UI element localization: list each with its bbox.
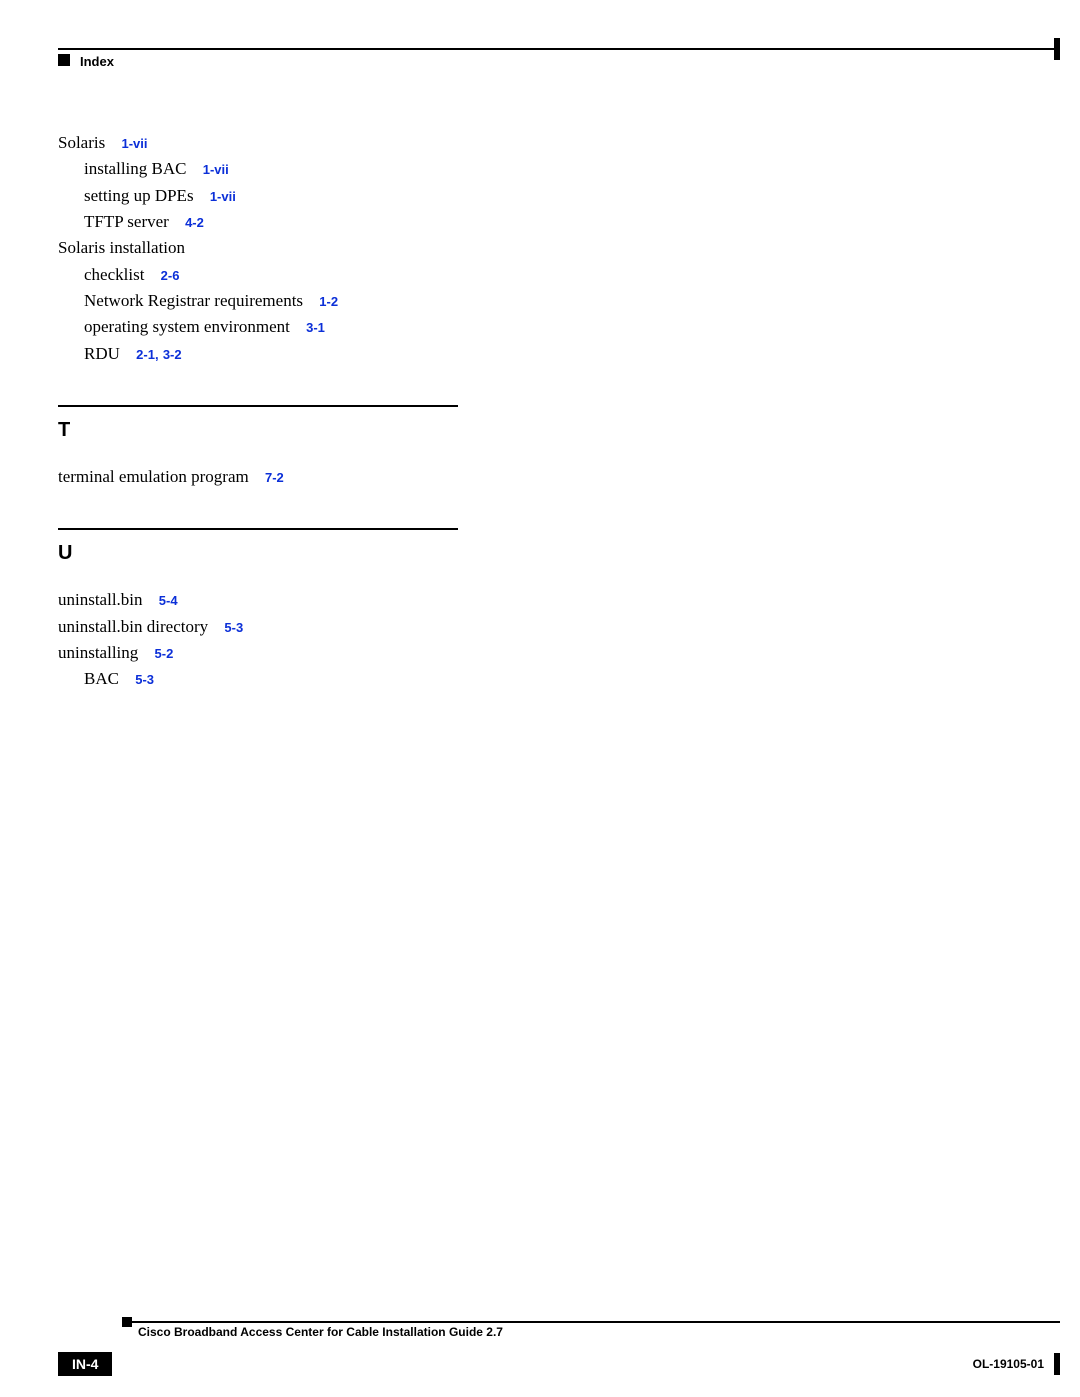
index-term: uninstall.bin directory xyxy=(58,617,208,636)
index-entry: installing BAC 1-vii xyxy=(58,156,1020,182)
index-section-u: uninstall.bin 5-4 uninstall.bin director… xyxy=(58,587,1020,692)
index-term: checklist xyxy=(84,265,144,284)
index-entry: operating system environment 3-1 xyxy=(58,314,1020,340)
index-entry: checklist 2-6 xyxy=(58,262,1020,288)
index-ref-link[interactable]: 4-2 xyxy=(185,215,204,230)
index-ref-link[interactable]: 3-1 xyxy=(306,320,325,335)
index-term: Solaris installation xyxy=(58,238,185,257)
index-ref-link[interactable]: 5-3 xyxy=(224,620,243,635)
index-section-s: Solaris 1-vii installing BAC 1-vii setti… xyxy=(58,130,1020,367)
index-term: uninstall.bin xyxy=(58,590,143,609)
index-term: setting up DPEs xyxy=(84,186,194,205)
index-term: Network Registrar requirements xyxy=(84,291,303,310)
index-entry: uninstalling 5-2 xyxy=(58,640,1020,666)
index-ref-link[interactable]: 1-vii xyxy=(210,189,236,204)
corner-mark-bottom-right xyxy=(1054,1353,1060,1375)
index-entry: RDU 2-1, 3-2 xyxy=(58,341,1020,367)
index-entry: setting up DPEs 1-vii xyxy=(58,183,1020,209)
index-section-t: terminal emulation program 7-2 xyxy=(58,464,1020,490)
index-term: Solaris xyxy=(58,133,105,152)
footer-page-number: IN-4 xyxy=(58,1352,112,1376)
index-ref-link[interactable]: 2-1, xyxy=(136,347,158,362)
index-entry: uninstall.bin directory 5-3 xyxy=(58,614,1020,640)
footer-square-icon xyxy=(122,1317,132,1327)
index-entry: terminal emulation program 7-2 xyxy=(58,464,1020,490)
index-term: RDU xyxy=(84,344,120,363)
index-ref-link[interactable]: 1-vii xyxy=(203,162,229,177)
index-term: TFTP server xyxy=(84,212,169,231)
footer-doc-title: Cisco Broadband Access Center for Cable … xyxy=(138,1325,1060,1339)
index-ref-link[interactable]: 2-6 xyxy=(161,268,180,283)
index-entry: Network Registrar requirements 1-2 xyxy=(58,288,1020,314)
index-section-letter-u: U xyxy=(58,528,458,569)
index-section-letter-t: T xyxy=(58,405,458,446)
index-ref-link[interactable]: 5-4 xyxy=(159,593,178,608)
header-square-icon xyxy=(58,54,70,66)
footer-rule: Cisco Broadband Access Center for Cable … xyxy=(58,1321,1060,1345)
index-term: terminal emulation program xyxy=(58,467,249,486)
index-entry: uninstall.bin 5-4 xyxy=(58,587,1020,613)
index-entry: Solaris 1-vii xyxy=(58,130,1020,156)
header-title: Index xyxy=(80,54,114,69)
index-entry: BAC 5-3 xyxy=(58,666,1020,692)
index-ref-link[interactable]: 5-3 xyxy=(135,672,154,687)
index-ref-link[interactable]: 3-2 xyxy=(163,347,182,362)
index-ref-link[interactable]: 1-2 xyxy=(319,294,338,309)
index-term: BAC xyxy=(84,669,119,688)
index-entry: Solaris installation xyxy=(58,235,1020,261)
footer-doc-code: OL-19105-01 xyxy=(973,1357,1044,1371)
index-entry: TFTP server 4-2 xyxy=(58,209,1020,235)
page-footer: Cisco Broadband Access Center for Cable … xyxy=(58,1321,1060,1377)
page-header: Index xyxy=(58,48,1060,69)
index-term: uninstalling xyxy=(58,643,138,662)
index-ref-link[interactable]: 1-vii xyxy=(121,136,147,151)
index-ref-link[interactable]: 5-2 xyxy=(155,646,174,661)
footer-bar: IN-4 OL-19105-01 xyxy=(58,1351,1060,1377)
index-ref-link[interactable]: 7-2 xyxy=(265,470,284,485)
index-term: operating system environment xyxy=(84,317,290,336)
index-term: installing BAC xyxy=(84,159,186,178)
index-content: Solaris 1-vii installing BAC 1-vii setti… xyxy=(58,130,1020,693)
